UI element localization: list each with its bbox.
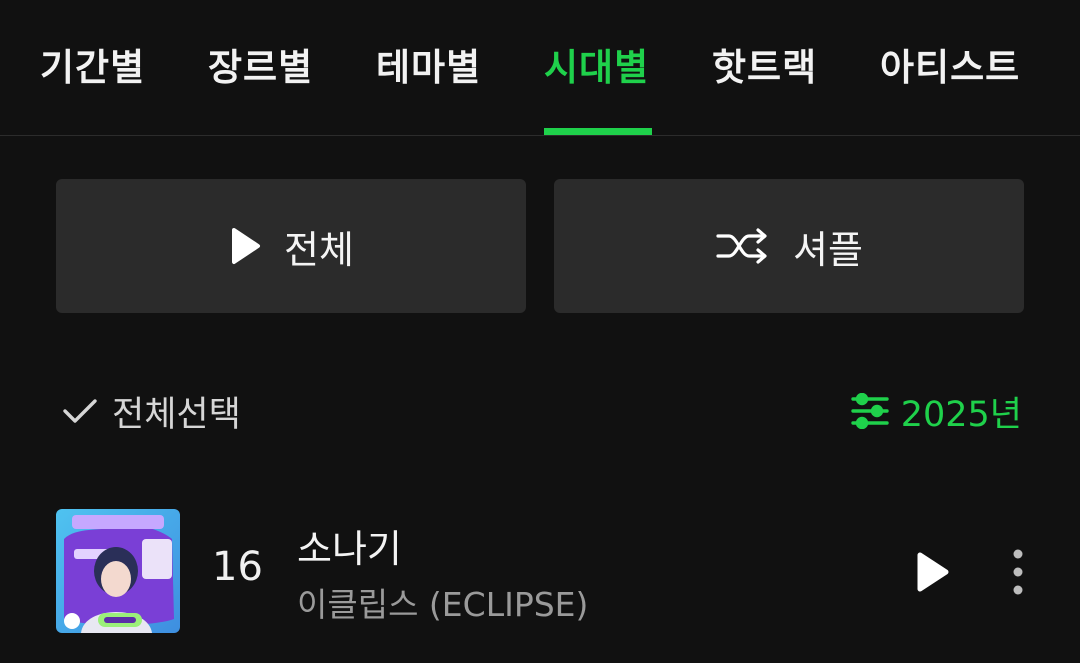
active-tab-indicator xyxy=(544,128,652,135)
more-vertical-icon[interactable] xyxy=(1004,548,1032,598)
play-icon xyxy=(232,228,261,264)
track-rank: 16 xyxy=(212,544,263,590)
tab-by-genre[interactable]: 장르별 xyxy=(208,38,313,98)
year-filter-button[interactable]: 2025년 xyxy=(851,388,1022,435)
shuffle-label: 셔플 xyxy=(793,227,863,272)
select-all-toggle[interactable]: 전체선택 xyxy=(62,388,241,435)
album-art[interactable] xyxy=(56,509,180,633)
shuffle-icon xyxy=(716,228,767,264)
select-all-label: 전체선택 xyxy=(112,394,241,435)
track-artist[interactable]: 이클립스 (ECLIPSE) xyxy=(297,578,588,626)
album-cover-image xyxy=(56,509,180,633)
tab-artist[interactable]: 아티스트 xyxy=(880,38,1020,98)
play-icon[interactable] xyxy=(912,550,952,594)
music-chart-page: 기간별 장르별 테마별 시대별 핫트랙 아티스트 전체 셔플 전체선택 2025… xyxy=(0,0,1080,663)
track-title: 소나기 xyxy=(297,527,402,571)
shuffle-button[interactable]: 셔플 xyxy=(554,179,1024,313)
tab-by-era[interactable]: 시대별 xyxy=(544,38,649,98)
play-all-button[interactable]: 전체 xyxy=(56,179,526,313)
play-all-label: 전체 xyxy=(284,227,354,272)
category-tab-bar: 기간별 장르별 테마별 시대별 핫트랙 아티스트 xyxy=(0,0,1080,136)
tab-hot-track[interactable]: 핫트랙 xyxy=(712,38,817,98)
tab-by-theme[interactable]: 테마별 xyxy=(376,38,481,98)
tab-by-period[interactable]: 기간별 xyxy=(40,38,145,98)
year-filter-label: 2025년 xyxy=(900,394,1022,435)
check-icon xyxy=(63,399,97,423)
track-row[interactable]: 16 소나기 이클립스 (ECLIPSE) xyxy=(0,498,1080,648)
sliders-icon xyxy=(851,393,889,429)
